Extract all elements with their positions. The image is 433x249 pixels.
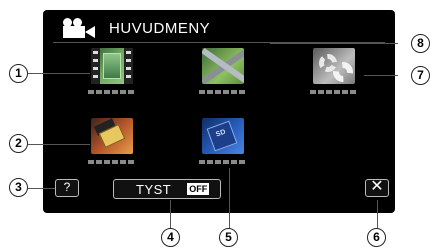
help-button[interactable]: ? [55, 179, 79, 197]
callout-2: 2 [9, 134, 28, 153]
tile-label-placeholder [310, 90, 356, 94]
callout-leader [28, 73, 90, 74]
callout-leader [28, 144, 90, 145]
callout-leader [229, 168, 230, 228]
edit-icon[interactable] [202, 48, 244, 84]
callout-leader [377, 200, 378, 228]
tile-label-placeholder [199, 160, 245, 164]
copy-icon[interactable] [91, 118, 133, 154]
menu-title: HUVUDMENY [109, 19, 211, 37]
callout-7: 7 [411, 66, 430, 85]
mute-state-badge: OFF [187, 183, 210, 195]
menu-header: HUVUDMENY [63, 16, 210, 40]
menu-screen: HUVUDMENY SD ? TYST OFF ✕ [43, 10, 395, 213]
callout-5: 5 [219, 228, 238, 247]
callout-4: 4 [161, 228, 180, 247]
callout-leader [28, 188, 55, 189]
tile-label-placeholder [199, 90, 245, 94]
callout-leader [270, 43, 398, 44]
callout-leader [170, 200, 171, 228]
callout-8: 8 [411, 34, 430, 53]
settings-gear-icon[interactable] [313, 48, 355, 84]
tile-label-placeholder [88, 90, 134, 94]
tile-label-placeholder [88, 160, 134, 164]
callout-leader [364, 75, 398, 76]
mute-button[interactable]: TYST OFF [113, 179, 221, 199]
callout-3: 3 [9, 178, 28, 197]
callout-1: 1 [9, 64, 28, 83]
video-playback-icon[interactable] [91, 48, 133, 84]
close-button[interactable]: ✕ [365, 179, 389, 197]
callout-6: 6 [367, 228, 386, 247]
mute-label: TYST [136, 181, 172, 197]
movie-camera-icon [63, 18, 97, 38]
sd-card-icon[interactable]: SD [202, 118, 244, 154]
